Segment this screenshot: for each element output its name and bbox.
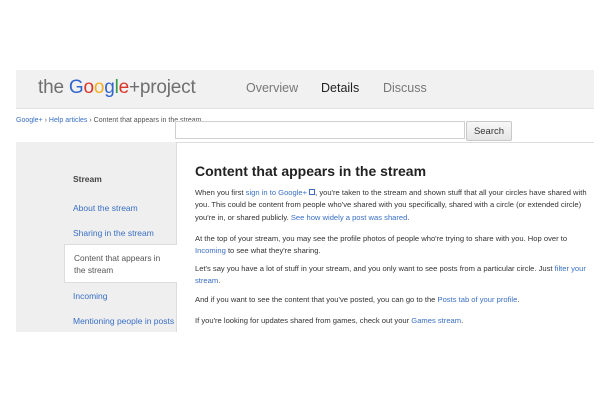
text: . — [218, 276, 221, 286]
text: At the top of your stream, you may see t… — [195, 234, 568, 243]
logo-letter: e — [118, 77, 130, 98]
logo-suffix: +project — [129, 77, 196, 98]
logo-letter: o — [93, 77, 105, 98]
sidebar-item-mentioning-people[interactable]: Mentioning people in posts — [73, 316, 174, 326]
search-input[interactable] — [175, 121, 465, 139]
see-how-widely-link[interactable]: See how widely a post was shared — [291, 213, 408, 222]
text: to see what they're sharing. — [225, 246, 321, 256]
breadcrumb-google-plus[interactable]: Google+ — [16, 117, 43, 124]
article-title: Content that appears in the stream — [195, 163, 427, 179]
paragraph-intro: When you first sign in to Google+, you'r… — [195, 187, 590, 224]
text: And if you want to see the content that … — [195, 295, 438, 304]
logo-prefix: the — [38, 77, 69, 98]
logo-letter: o — [83, 77, 95, 98]
text: When you first — [195, 188, 246, 197]
text: . — [461, 316, 464, 325]
text: . — [407, 212, 410, 222]
logo-letter: g — [104, 77, 115, 98]
breadcrumb: Google+ › Help articles › Content that a… — [16, 117, 201, 124]
games-stream-link[interactable]: Games stream — [411, 316, 461, 325]
sidebar-item-content-active[interactable]: Content that appears in the stream — [64, 244, 177, 283]
external-link-icon — [309, 189, 316, 195]
sidebar-item-incoming[interactable]: Incoming — [73, 291, 108, 301]
paragraph-profile-photos: At the top of your stream, you may see t… — [195, 233, 590, 258]
logo-letter: G — [68, 77, 84, 98]
sidebar-item-about-the-stream[interactable]: About the stream — [73, 203, 138, 213]
nav-discuss[interactable]: Discuss — [383, 81, 427, 95]
paragraph-games: If you're looking for updates shared fro… — [195, 315, 590, 327]
google-plus-project-logo[interactable]: the Google+project — [38, 77, 196, 99]
paragraph-posts: And if you want to see the content that … — [195, 294, 590, 306]
search-button[interactable]: Search — [466, 121, 512, 141]
breadcrumb-help-articles[interactable]: Help articles — [49, 117, 88, 124]
sign-in-link[interactable]: sign in to Google+ — [246, 188, 307, 197]
nav-overview[interactable]: Overview — [246, 81, 298, 95]
sidebar-item-label: Content that appears in the stream — [74, 253, 161, 275]
site-header: the Google+project Overview Details Disc… — [16, 70, 594, 109]
nav-details[interactable]: Details — [321, 81, 359, 95]
logo-google-word: Google — [69, 77, 129, 98]
text: . — [517, 295, 520, 304]
paragraph-filter: Let's say you have a lot of stuff in you… — [195, 263, 590, 288]
text: If you're looking for updates shared fro… — [195, 316, 412, 325]
sidebar-title: Stream — [73, 174, 102, 184]
posts-tab-link[interactable]: Posts tab of your profile — [438, 295, 518, 304]
text: Let's say you have a lot of stuff in you… — [195, 264, 555, 273]
incoming-link[interactable]: Incoming — [195, 246, 226, 255]
sidebar-item-sharing-in-the-stream[interactable]: Sharing in the stream — [73, 228, 154, 238]
